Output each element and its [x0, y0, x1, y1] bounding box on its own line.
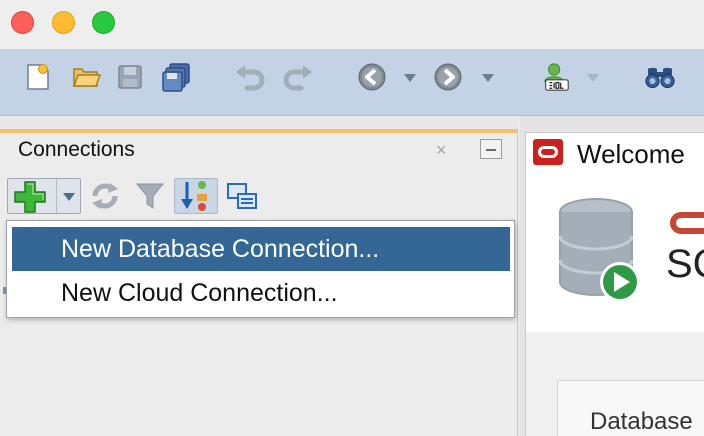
back-history-chevron-down-icon[interactable] [404, 74, 416, 82]
close-panel-icon[interactable]: × [436, 140, 447, 161]
filter-connections-button[interactable] [132, 178, 168, 214]
back-icon [358, 63, 386, 91]
welcome-tab-label: Welcome [577, 139, 685, 169]
minimize-window-button[interactable] [52, 11, 75, 34]
new-file-button[interactable] [22, 61, 54, 93]
connections-icon [227, 183, 257, 209]
find-binoculars-icon [645, 68, 675, 89]
save-icon [118, 65, 142, 89]
manage-connections-button[interactable] [224, 178, 260, 214]
refresh-connections-button[interactable] [88, 178, 122, 214]
open-folder-icon [72, 68, 101, 87]
oracle-brand-mark [670, 212, 704, 234]
oracle-logo-icon [533, 139, 563, 165]
maximize-window-button[interactable] [92, 11, 115, 34]
undo-icon [236, 65, 265, 91]
redo-icon [283, 65, 312, 91]
database-play-icon [558, 198, 640, 302]
sql-worksheet-icon [544, 63, 569, 91]
add-connection-chevron-down-icon[interactable] [63, 193, 75, 201]
new-connection-dropdown-menu: New Database Connection... New Cloud Con… [6, 220, 515, 318]
forward-button[interactable] [432, 61, 464, 93]
back-button[interactable] [356, 61, 388, 93]
schema-toggle-button[interactable] [174, 178, 218, 214]
close-window-button[interactable] [11, 11, 34, 34]
forward-history-chevron-down-icon[interactable] [482, 74, 494, 82]
new-file-icon [27, 64, 49, 90]
connections-panel-title: Connections [18, 138, 135, 161]
welcome-page-header: SC [525, 172, 704, 332]
menu-item-new-database-connection[interactable]: New Database Connection... [12, 227, 510, 271]
editor-area: Welcome SC [520, 116, 704, 436]
schema-toggle-icon [181, 181, 207, 211]
undo-button[interactable] [234, 61, 266, 93]
add-icon [14, 181, 46, 213]
sql-worksheet-chevron-down-icon[interactable] [587, 74, 599, 82]
minimize-panel-button[interactable] [480, 139, 502, 159]
sql-worksheet-button[interactable] [540, 61, 572, 93]
find-button[interactable] [644, 61, 676, 93]
forward-icon [434, 63, 462, 91]
filter-icon [135, 183, 165, 209]
menu-item-new-cloud-connection[interactable]: New Cloud Connection... [12, 271, 510, 315]
tab-welcome[interactable]: Welcome [525, 132, 704, 172]
redo-button[interactable] [282, 61, 314, 93]
save-button[interactable] [114, 61, 146, 93]
refresh-icon [92, 183, 118, 209]
database-card-title: Database [590, 408, 693, 435]
save-all-icon [162, 63, 190, 92]
save-all-button[interactable] [160, 61, 192, 93]
add-connection-button[interactable] [7, 178, 81, 214]
open-folder-button[interactable] [70, 61, 102, 93]
main-toolbar [0, 50, 704, 116]
window-title-bar [0, 0, 704, 50]
product-name-fragment: SC [666, 242, 704, 286]
add-connection-split-divider [56, 179, 57, 213]
